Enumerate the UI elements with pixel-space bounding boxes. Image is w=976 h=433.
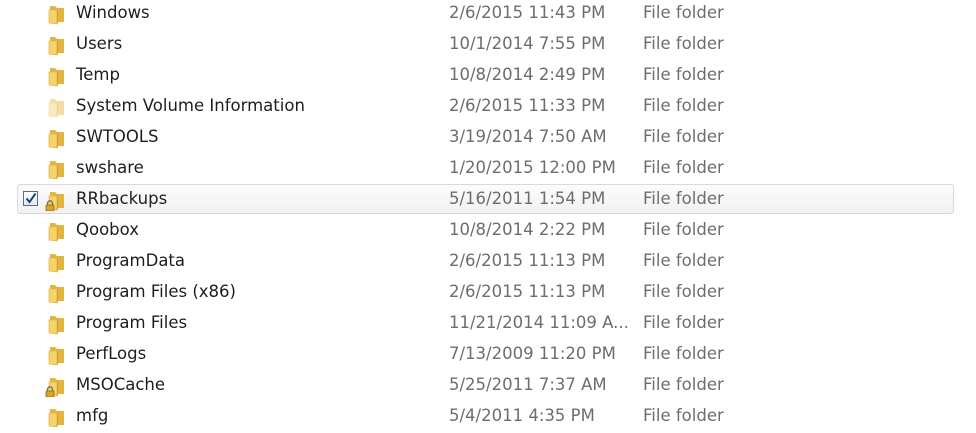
file-row-program-files-x86[interactable]: Program Files (x86) 2/6/2015 11:13 PM Fi…: [17, 277, 954, 307]
date-modified: 5/25/2011 7:37 AM: [449, 375, 607, 394]
file-row-swtools[interactable]: SWTOOLS 3/19/2014 7:50 AM File folder: [17, 122, 954, 152]
file-row-windows[interactable]: Windows 2/6/2015 11:43 PM File folder: [17, 0, 954, 28]
checkmark-icon: [25, 192, 37, 204]
date-modified: 11/21/2014 11:09 A...: [449, 313, 629, 332]
lock-icon: [45, 200, 55, 211]
file-list: Windows 2/6/2015 11:43 PM File folder Us…: [0, 0, 976, 433]
file-row-perflogs[interactable]: PerfLogs 7/13/2009 11:20 PM File folder: [17, 339, 954, 369]
file-type: File folder: [643, 220, 724, 239]
file-name: mfg: [76, 406, 109, 425]
file-name: System Volume Information: [76, 96, 305, 115]
date-modified: 2/6/2015 11:43 PM: [449, 3, 606, 22]
file-row-mfg[interactable]: mfg 5/4/2011 4:35 PM File folder: [17, 401, 954, 431]
lock-icon: [45, 386, 55, 397]
folder-icon: [48, 285, 64, 304]
folder-icon: [48, 347, 64, 366]
file-type: File folder: [643, 282, 724, 301]
date-modified: 10/8/2014 2:22 PM: [449, 220, 606, 239]
file-type: File folder: [643, 344, 724, 363]
file-name: RRbackups: [76, 189, 168, 208]
file-row-programdata[interactable]: ProgramData 2/6/2015 11:13 PM File folde…: [17, 246, 954, 276]
date-modified: 2/6/2015 11:13 PM: [449, 251, 606, 270]
file-name: ProgramData: [76, 251, 186, 270]
file-type: File folder: [643, 65, 724, 84]
date-modified: 3/19/2014 7:50 AM: [449, 127, 607, 146]
file-name: Program Files (x86): [76, 282, 236, 301]
file-name: swshare: [76, 158, 144, 177]
file-name: PerfLogs: [76, 344, 147, 363]
file-row-temp[interactable]: Temp 10/8/2014 2:49 PM File folder: [17, 60, 954, 90]
file-type: File folder: [643, 313, 724, 332]
folder-icon: [48, 99, 64, 118]
file-type: File folder: [643, 158, 724, 177]
file-name: Users: [76, 34, 123, 53]
date-modified: 10/8/2014 2:49 PM: [449, 65, 606, 84]
folder-icon: [48, 223, 64, 242]
file-row-system-volume-information[interactable]: System Volume Information 2/6/2015 11:33…: [17, 91, 954, 121]
date-modified: 10/1/2014 7:55 PM: [449, 34, 606, 53]
date-modified: 1/20/2015 12:00 PM: [449, 158, 616, 177]
file-row-swshare[interactable]: swshare 1/20/2015 12:00 PM File folder: [17, 153, 954, 183]
folder-icon: [48, 6, 64, 25]
file-type: File folder: [643, 251, 724, 270]
file-type: File folder: [643, 406, 724, 425]
file-type: File folder: [643, 96, 724, 115]
file-row-msocache[interactable]: MSOCache 5/25/2011 7:37 AM File folder: [17, 370, 954, 400]
file-name: Program Files: [76, 313, 188, 332]
folder-icon: [48, 68, 64, 87]
file-type: File folder: [643, 375, 724, 394]
file-row-qoobox[interactable]: Qoobox 10/8/2014 2:22 PM File folder: [17, 215, 954, 245]
file-type: File folder: [643, 3, 724, 22]
file-type: File folder: [643, 127, 724, 146]
folder-icon: [48, 254, 64, 273]
file-row-program-files[interactable]: Program Files 11/21/2014 11:09 A... File…: [17, 308, 954, 338]
date-modified: 5/16/2011 1:54 PM: [449, 189, 606, 208]
file-row-users[interactable]: Users 10/1/2014 7:55 PM File folder: [17, 29, 954, 59]
date-modified: 2/6/2015 11:33 PM: [449, 96, 606, 115]
file-name: Qoobox: [76, 220, 140, 239]
folder-icon: [48, 316, 64, 335]
file-name: Windows: [76, 3, 150, 22]
folder-icon: [48, 37, 64, 56]
file-type: File folder: [643, 34, 724, 53]
file-name: SWTOOLS: [76, 127, 159, 146]
folder-icon: [48, 130, 64, 149]
file-name: Temp: [76, 65, 120, 84]
row-checkbox[interactable]: [23, 191, 38, 206]
file-row-rrbackups[interactable]: RRbackups 5/16/2011 1:54 PM File folder: [17, 184, 954, 214]
date-modified: 5/4/2011 4:35 PM: [449, 406, 595, 425]
file-type: File folder: [643, 189, 724, 208]
date-modified: 2/6/2015 11:13 PM: [449, 282, 606, 301]
date-modified: 7/13/2009 11:20 PM: [449, 344, 616, 363]
file-name: MSOCache: [76, 375, 166, 394]
folder-icon: [48, 409, 64, 428]
folder-icon: [48, 161, 64, 180]
